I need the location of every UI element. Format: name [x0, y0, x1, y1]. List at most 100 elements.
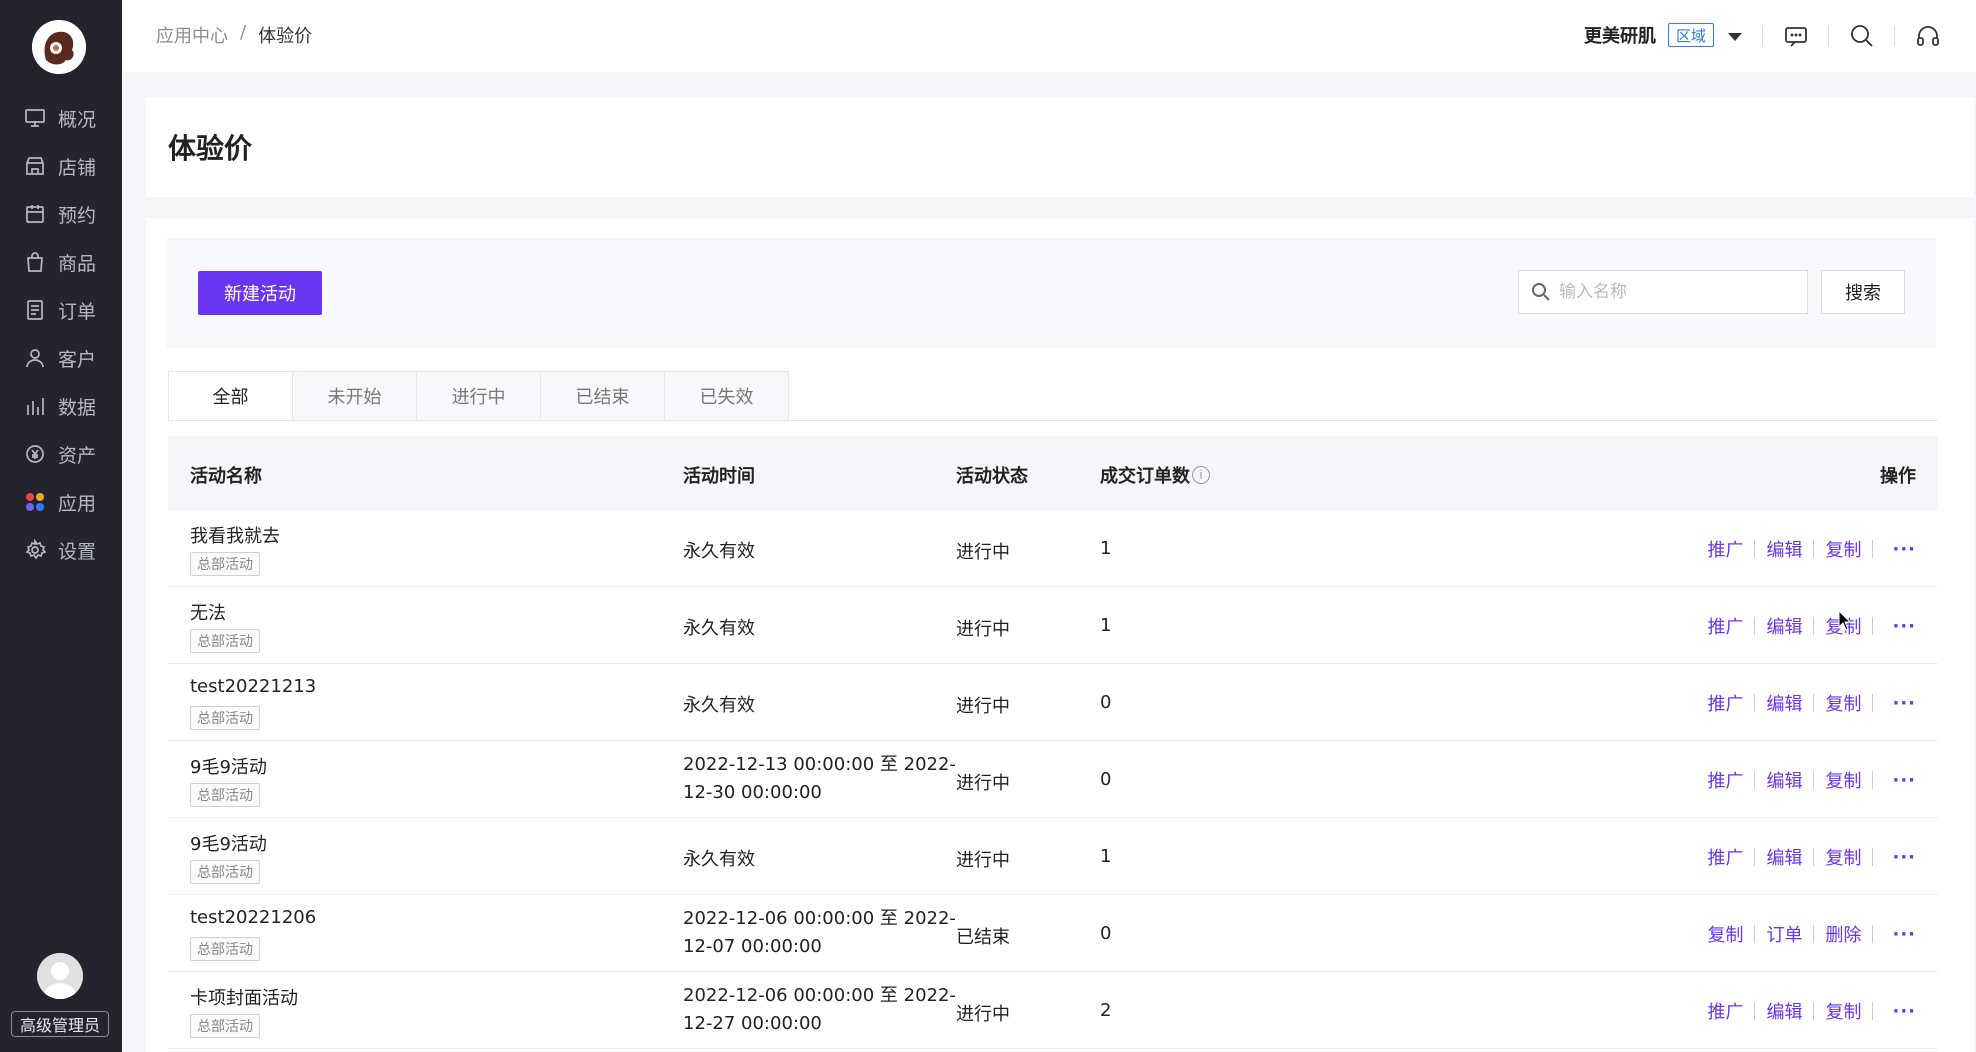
row-action-link[interactable]: 推广	[1707, 690, 1743, 716]
more-icon[interactable]: ···	[1892, 770, 1916, 791]
activity-name[interactable]: test20221213	[190, 676, 316, 697]
activity-time: 永久有效	[683, 695, 755, 716]
row-action-link[interactable]: 编辑	[1766, 998, 1802, 1024]
activity-name[interactable]: 9毛9活动	[190, 830, 267, 856]
sidebar-item-goods[interactable]: 商品	[0, 240, 122, 284]
tab-not-started[interactable]: 未开始	[292, 371, 417, 421]
table-row: 无法 总部活动 永久有效 进行中 1 推广 编辑 复制 ···	[168, 587, 1938, 664]
sidebar-item-label: 客户	[58, 348, 97, 371]
avatar[interactable]	[37, 953, 83, 999]
row-action-link[interactable]: 复制	[1825, 536, 1861, 562]
more-icon[interactable]: ···	[1892, 616, 1916, 637]
activity-name[interactable]: test20221206	[190, 907, 316, 928]
message-icon[interactable]	[1782, 22, 1810, 50]
sidebar-item-assets[interactable]: 资产	[0, 432, 122, 476]
sidebar-item-settings[interactable]: 设置	[0, 528, 122, 572]
sidebar-item-overview[interactable]: 概况	[0, 96, 122, 140]
divider	[168, 420, 1938, 421]
row-action-link[interactable]: 删除	[1825, 921, 1861, 947]
order-count: 0	[1100, 923, 1112, 944]
sidebar-item-apps[interactable]: 应用	[0, 480, 122, 524]
row-action-link[interactable]: 编辑	[1766, 690, 1802, 716]
row-action-link[interactable]: 复制	[1825, 767, 1861, 793]
order-count: 0	[1100, 769, 1112, 790]
row-action-link[interactable]: 复制	[1825, 844, 1861, 870]
sidebar-item-label: 商品	[58, 252, 97, 275]
search-button[interactable]: 搜索	[1821, 270, 1905, 314]
row-actions: 复制 订单 删除 ···	[1707, 921, 1916, 947]
order-count: 1	[1100, 615, 1112, 636]
row-action-link[interactable]: 推广	[1707, 613, 1743, 639]
sidebar-item-customers[interactable]: 客户	[0, 336, 122, 380]
search-icon[interactable]	[1848, 22, 1876, 50]
divider	[1754, 1002, 1756, 1020]
sidebar-item-booking[interactable]: 预约	[0, 192, 122, 236]
divider	[1813, 617, 1815, 635]
divider	[1813, 540, 1815, 558]
activity-time: 永久有效	[683, 618, 755, 639]
headset-icon[interactable]	[1914, 22, 1942, 50]
more-icon[interactable]: ···	[1892, 693, 1916, 714]
more-icon[interactable]: ···	[1892, 924, 1916, 945]
table-row: 9毛9活动 总部活动 2022-12-13 00:00:00 至 2022-12-3…	[168, 741, 1938, 818]
table-row: 9毛9活动 总部活动 永久有效 进行中 1 推广 编辑 复制 ···	[168, 818, 1938, 895]
activity-time: 永久有效	[683, 541, 755, 562]
activity-name[interactable]: 我看我就去	[190, 522, 280, 548]
region-badge: 区域	[1668, 23, 1714, 47]
row-action-link[interactable]: 编辑	[1766, 844, 1802, 870]
sidebar-item-orders[interactable]: 订单	[0, 288, 122, 332]
activity-name[interactable]: 无法	[190, 599, 226, 625]
breadcrumb-parent[interactable]: 应用中心	[156, 22, 228, 48]
divider	[1872, 1002, 1874, 1020]
more-icon[interactable]: ···	[1892, 539, 1916, 560]
store-name[interactable]: 更美研肌	[1584, 22, 1656, 48]
row-action-link[interactable]: 订单	[1766, 921, 1802, 947]
table-row: 我看我就去 总部活动 永久有效 进行中 1 推广 编辑 复制 ···	[168, 510, 1938, 587]
activity-time: 2022-12-06 00:00:00 至 2022-12-07 00:00:0…	[683, 908, 956, 957]
activity-status: 进行中	[956, 850, 1010, 871]
table-header: 活动名称 活动时间 活动状态 成交订单数 i 操作	[168, 436, 1938, 510]
row-actions: 推广 编辑 复制 ···	[1707, 690, 1916, 716]
activity-name[interactable]: 9毛9活动	[190, 753, 267, 779]
page-title: 体验价	[168, 132, 253, 165]
new-activity-button[interactable]: 新建活动	[198, 271, 322, 315]
row-action-link[interactable]: 编辑	[1766, 536, 1802, 562]
divider	[1762, 26, 1763, 46]
row-actions: 推广 编辑 复制 ···	[1707, 998, 1916, 1024]
row-action-link[interactable]: 推广	[1707, 536, 1743, 562]
store-icon	[24, 155, 46, 177]
activity-time: 2022-12-13 00:00:00 至 2022-12-30 00:00:0…	[683, 754, 956, 803]
tab-expired[interactable]: 已失效	[664, 371, 789, 421]
bar-chart-icon	[24, 395, 46, 417]
activity-name[interactable]: 卡项封面活动	[190, 984, 298, 1010]
table-row: 卡项封面活动 总部活动 2022-12-06 00:00:00 至 2022-12-…	[168, 972, 1938, 1049]
activity-status: 进行中	[956, 696, 1010, 717]
more-icon[interactable]: ···	[1892, 847, 1916, 868]
brand-logo[interactable]	[32, 20, 86, 74]
divider	[1754, 848, 1756, 866]
tab-all[interactable]: 全部	[168, 371, 293, 421]
chevron-down-icon[interactable]	[1728, 33, 1742, 41]
sidebar-item-label: 店铺	[58, 156, 97, 179]
sidebar-item-data[interactable]: 数据	[0, 384, 122, 428]
info-icon[interactable]: i	[1192, 466, 1210, 484]
row-action-link[interactable]: 复制	[1825, 998, 1861, 1024]
row-actions: 推广 编辑 复制 ···	[1707, 844, 1916, 870]
row-action-link[interactable]: 编辑	[1766, 767, 1802, 793]
row-action-link[interactable]: 复制	[1825, 690, 1861, 716]
row-action-link[interactable]: 推广	[1707, 844, 1743, 870]
row-action-link[interactable]: 复制	[1707, 921, 1743, 947]
row-actions: 推广 编辑 复制 ···	[1707, 613, 1916, 639]
headquarters-tag: 总部活动	[190, 937, 260, 961]
sidebar-item-label: 应用	[58, 492, 97, 515]
tab-in-progress[interactable]: 进行中	[416, 371, 541, 421]
sidebar-item-store[interactable]: 店铺	[0, 144, 122, 188]
row-action-link[interactable]: 推广	[1707, 998, 1743, 1024]
top-header: 应用中心 / 体验价 更美研肌 区域	[122, 0, 1976, 72]
divider	[1872, 925, 1874, 943]
more-icon[interactable]: ···	[1892, 1001, 1916, 1022]
row-action-link[interactable]: 编辑	[1766, 613, 1802, 639]
tab-ended[interactable]: 已结束	[540, 371, 665, 421]
row-action-link[interactable]: 推广	[1707, 767, 1743, 793]
search-input[interactable]	[1559, 282, 1799, 302]
